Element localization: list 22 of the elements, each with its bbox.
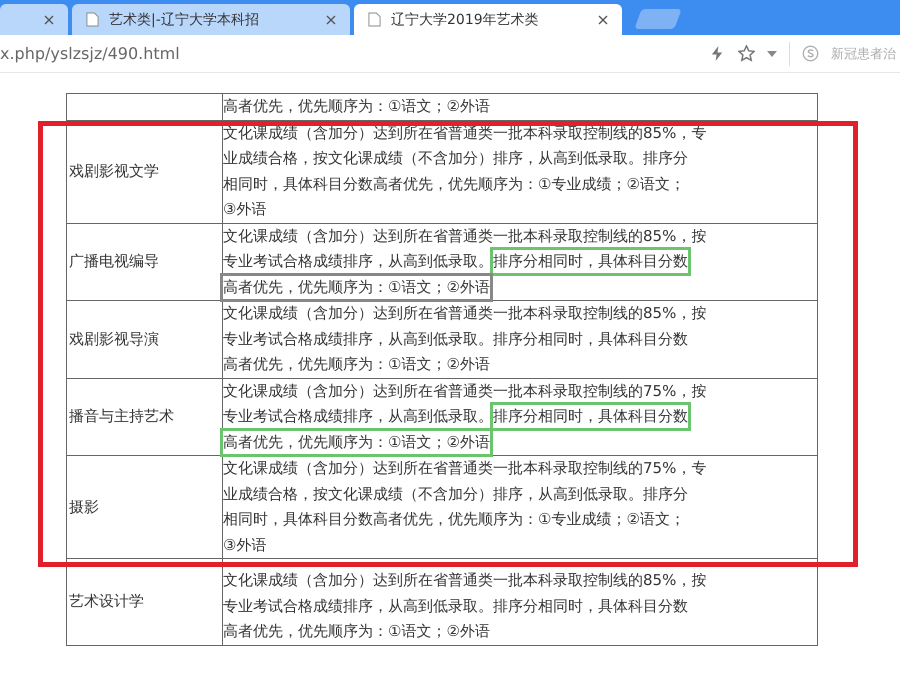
rule-cell: 高者优先，优先顺序为：①语文；②外语	[222, 94, 818, 120]
rule-cell: 文化课成绩（含加分）达到所在省普通类一批本科录取控制线的85%，按 专业考试合格成绩排序，从高到低录取。排序分相同时，具体科目分数 高者优先，优先顺序为：①语文；②外语	[222, 223, 818, 300]
url-field[interactable]: x.php/yslzsjz/490.html	[0, 44, 697, 63]
major-cell: 播音与主持艺术	[66, 378, 222, 456]
document-icon	[86, 12, 99, 27]
major-cell: 艺术设计学	[66, 558, 222, 645]
rule-cell: 文化课成绩（含加分）达到所在省普通类一批本科录取控制线的85%，按 专业考试合格成绩排序，从高到低录取。排序分相同时，具体科目分数 高者优先，优先顺序为：①语文；②外语	[222, 300, 818, 378]
close-icon[interactable]	[598, 14, 608, 24]
star-icon[interactable]	[738, 45, 755, 62]
major-cell: 摄影	[66, 456, 222, 558]
close-icon[interactable]	[44, 14, 54, 24]
close-icon[interactable]	[326, 14, 336, 24]
search-engine-icon[interactable]	[802, 45, 819, 62]
rule-cell: 文化课成绩（含加分）达到所在省普通类一批本科录取控制线的75%，按 专业考试合格成绩排序，从高到低录取。排序分相同时，具体科目分数 高者优先，优先顺序为：①语文；②外语	[222, 378, 818, 456]
document-icon	[368, 12, 381, 27]
browser-tab[interactable]: 艺术类|-辽宁大学本科招	[72, 4, 350, 35]
rule-cell: 文化课成绩（含加分）达到所在省普通类一批本科录取控制线的85%，按 专业考试合格成绩排序，从高到低录取。排序分相同时，具体科目分数 高者优先，优先顺序为：①语文；②外语	[222, 558, 818, 645]
browser-tab[interactable]: 辽宁大学2019年艺术类	[354, 4, 622, 35]
major-cell: 广播电视编导	[66, 223, 222, 300]
major-cell: 戏剧影视导演	[66, 300, 222, 378]
caret-icon[interactable]	[767, 50, 777, 56]
rule-cell: 文化课成绩（含加分）达到所在省普通类一批本科录取控制线的75%，专 业成绩合格，按文化课成绩（不含加分）排序，从高到低录取。排序分 相同时，具体科目分数高者优先，优先顺序为：①专业成绩；②语文； ③外语	[222, 456, 818, 558]
